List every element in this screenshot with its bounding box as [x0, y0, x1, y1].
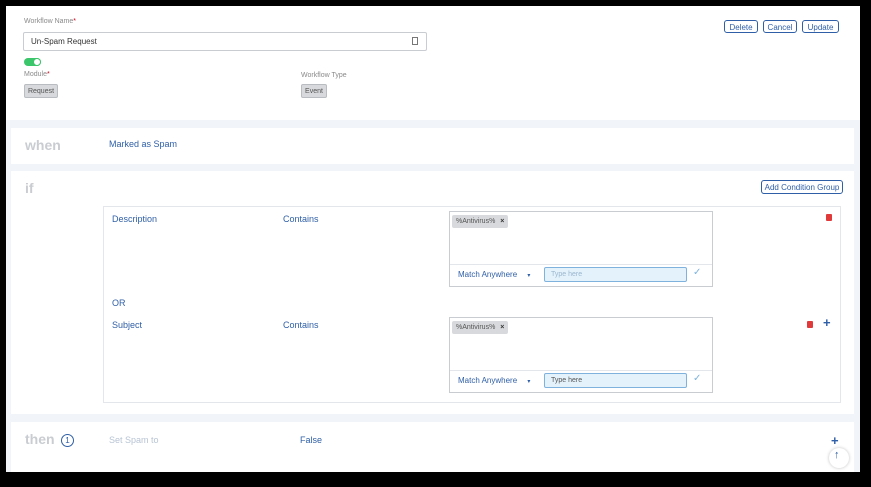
then-count-badge: 1 [61, 434, 74, 447]
check-icon[interactable]: ✓ [693, 267, 701, 278]
toggle-knob [33, 58, 41, 66]
condition-field[interactable]: Subject [112, 320, 142, 330]
workflow-type-label: Workflow Type [301, 72, 347, 79]
update-button[interactable]: Update [802, 20, 839, 33]
then-action: Set Spam to [109, 435, 159, 445]
add-condition-group-button[interactable]: Add Condition Group [761, 180, 843, 194]
trash-icon[interactable] [807, 321, 813, 328]
value-box-divider [450, 370, 712, 371]
chip-close-icon[interactable]: × [500, 218, 504, 225]
cancel-button[interactable]: Cancel [763, 20, 797, 33]
module-label: Module* [24, 71, 50, 78]
caret-down-icon: ▾ [527, 273, 531, 279]
value-box-divider [450, 264, 712, 265]
condition-value-box: %Antivirus% × Match Anywhere ▾ Type here… [449, 211, 713, 287]
add-condition-icon[interactable]: + [823, 315, 831, 330]
module-value: Request [24, 84, 58, 98]
workflow-editor: Workflow Name* Un-Spam Request Module* R… [6, 6, 860, 472]
arrow-up-icon: ↑ [834, 449, 840, 461]
caret-down-icon: ▾ [527, 379, 531, 385]
condition-group: Description Contains %Antivirus% × Match… [103, 206, 841, 403]
add-action-icon[interactable]: + [831, 433, 839, 448]
delete-button[interactable]: Delete [724, 20, 758, 33]
value-chip: %Antivirus% × [452, 215, 509, 228]
match-dropdown[interactable]: Match Anywhere ▾ [458, 376, 530, 385]
type-here-input[interactable]: Type here [544, 373, 687, 388]
when-event: Marked as Spam [109, 139, 178, 149]
or-label: OR [112, 298, 126, 308]
trash-icon[interactable] [826, 214, 832, 221]
condition-operator[interactable]: Contains [283, 214, 319, 224]
if-panel: if Add Condition Group Description Conta… [11, 171, 854, 414]
workflow-active-toggle[interactable] [24, 58, 41, 66]
condition-value-box: %Antivirus% × Match Anywhere ▾ Type here… [449, 317, 713, 393]
type-here-input[interactable]: Type here [544, 267, 687, 282]
scroll-to-top-button[interactable]: ↑ [829, 448, 849, 468]
document-icon [412, 37, 418, 45]
condition-field[interactable]: Description [112, 214, 157, 224]
workflow-name-label: Workflow Name* [24, 18, 77, 25]
chip-close-icon[interactable]: × [500, 324, 504, 331]
check-icon[interactable]: ✓ [693, 373, 701, 384]
value-chip: %Antivirus% × [452, 321, 509, 334]
if-keyword: if [25, 180, 34, 196]
workflow-name-value: Un-Spam Request [31, 37, 97, 46]
workflow-name-input[interactable]: Un-Spam Request [23, 32, 427, 51]
then-keyword: then [25, 431, 55, 447]
when-panel: when Marked as Spam [11, 128, 854, 164]
match-dropdown[interactable]: Match Anywhere ▾ [458, 270, 530, 279]
then-value[interactable]: False [300, 435, 322, 445]
workflow-header-panel: Workflow Name* Un-Spam Request Module* R… [6, 6, 860, 120]
then-panel: then 1 Set Spam to False + ↑ [11, 422, 854, 472]
when-keyword: when [25, 137, 61, 153]
condition-operator[interactable]: Contains [283, 320, 319, 330]
workflow-type-value: Event [301, 84, 327, 98]
